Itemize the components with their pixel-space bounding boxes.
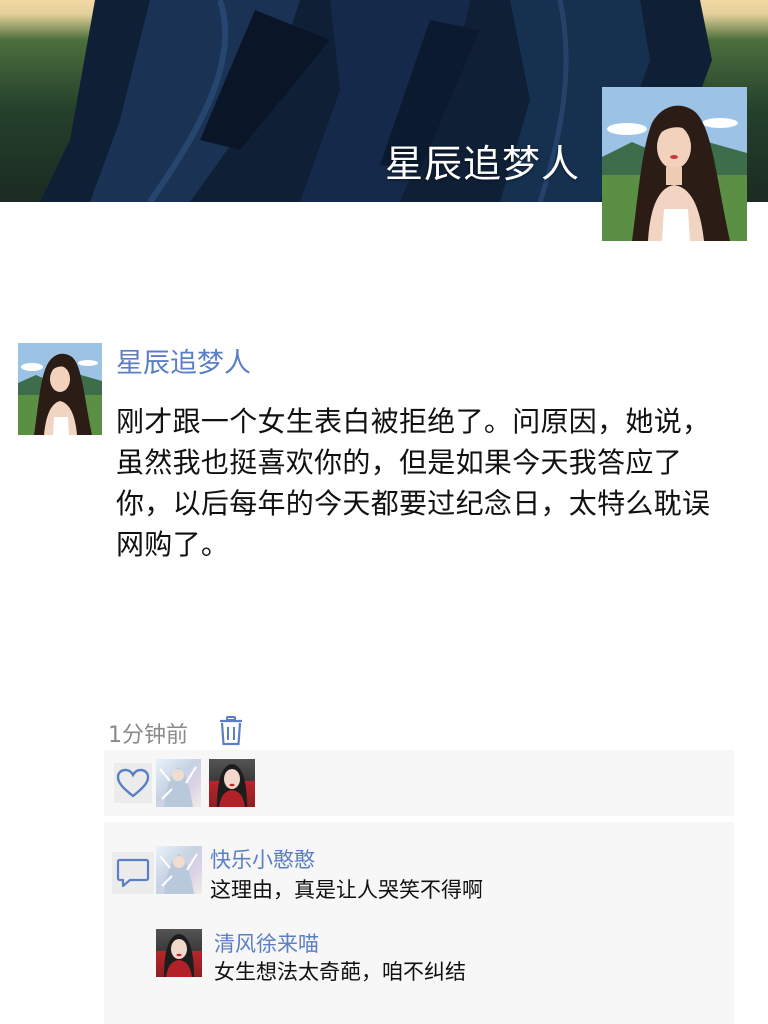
likes-panel <box>104 750 734 816</box>
heart-icon[interactable] <box>114 763 152 803</box>
post-author-avatar[interactable] <box>18 343 102 435</box>
comment-avatar-2[interactable] <box>156 929 202 977</box>
profile-avatar[interactable] <box>602 87 747 241</box>
comment-author-2[interactable]: 清风徐来喵 <box>214 928 319 958</box>
post-author-name[interactable]: 星辰追梦人 <box>116 341 251 380</box>
liker-avatar-2[interactable] <box>209 759 255 807</box>
liker-avatar-1[interactable] <box>156 759 201 807</box>
post-timestamp: 1分钟前 <box>108 723 188 748</box>
post-content: 刚才跟一个女生表白被拒绝了。问原因，她说，虽然我也挺喜欢你的，但是如果今天我答应… <box>116 405 711 561</box>
comment-author-1[interactable]: 快乐小憨憨 <box>210 844 315 874</box>
profile-name[interactable]: 星辰追梦人 <box>385 133 580 188</box>
trash-icon[interactable] <box>218 716 244 746</box>
comment-text-2: 女生想法太奇葩，咱不纠结 <box>214 960 466 984</box>
comment-icon[interactable] <box>112 852 154 894</box>
comment-avatar-1[interactable] <box>156 846 202 894</box>
comment-text-1: 这理由，真是让人哭笑不得啊 <box>210 878 483 902</box>
comments-panel: 快乐小憨憨 这理由，真是让人哭笑不得啊 清风徐来喵 女生想法太奇葩，咱不纠结 <box>104 822 734 1024</box>
